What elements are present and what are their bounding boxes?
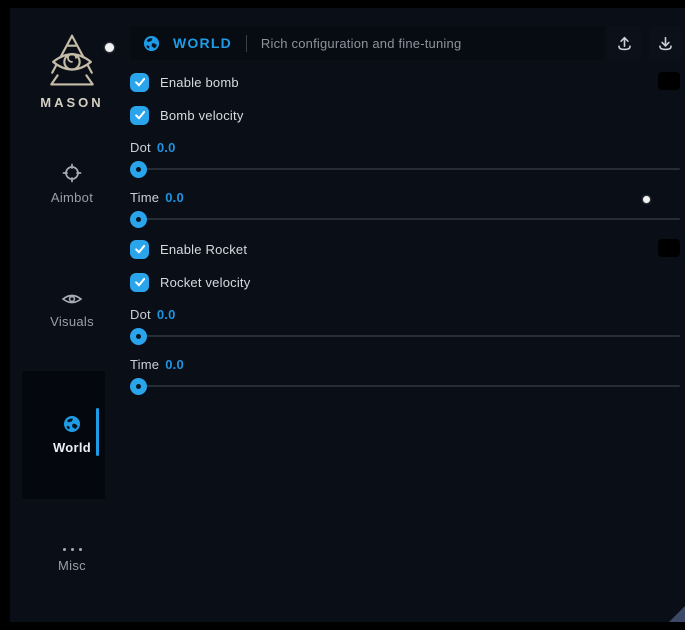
sidebar-item-label: World <box>20 440 124 455</box>
sidebar-item-label: Visuals <box>20 314 124 329</box>
eye-icon <box>20 291 124 307</box>
main-window: MASON Aimbot Visuals <box>10 8 685 622</box>
sidebar: MASON Aimbot Visuals <box>20 16 130 630</box>
slider-track-dot[interactable] <box>130 168 680 170</box>
slider-value: 0.0 <box>157 140 176 155</box>
mason-eye-pyramid-icon <box>20 32 124 90</box>
slider-label-dot: Dot 0.0 <box>130 307 176 322</box>
slider-label-time: Time 0.0 <box>130 190 184 205</box>
sidebar-item-label: Misc <box>20 558 124 573</box>
globe-icon <box>143 35 160 52</box>
slider-value: 0.0 <box>157 307 176 322</box>
slider-track-time[interactable] <box>130 385 680 387</box>
download-icon <box>657 35 674 52</box>
rocket-color-swatch[interactable] <box>658 239 680 257</box>
white-dot <box>643 196 650 203</box>
slider-value: 0.0 <box>165 190 184 205</box>
white-dot <box>105 43 114 52</box>
slider-value: 0.0 <box>165 357 184 372</box>
checkbox-bomb-velocity[interactable]: Bomb velocity <box>130 105 244 125</box>
corner-background-fragment <box>669 606 685 622</box>
sidebar-item-world[interactable]: World <box>20 415 124 455</box>
page-header: WORLD Rich configuration and fine-tuning <box>130 26 605 60</box>
globe-icon <box>20 415 124 433</box>
checkbox-label: Enable bomb <box>160 75 239 90</box>
check-icon <box>134 276 146 288</box>
upload-icon <box>616 35 633 52</box>
upload-config-button[interactable] <box>608 26 641 60</box>
checkbox-checked <box>130 273 149 292</box>
check-icon <box>134 109 146 121</box>
slider-name: Dot <box>130 140 151 155</box>
slider-name: Dot <box>130 307 151 322</box>
page-title: WORLD <box>173 35 232 51</box>
sidebar-item-aimbot[interactable]: Aimbot <box>20 163 124 205</box>
checkbox-label: Enable Rocket <box>160 242 247 257</box>
checkbox-checked <box>130 240 149 259</box>
slider-name: Time <box>130 357 159 372</box>
slider-thumb-dot[interactable] <box>130 328 147 345</box>
slider-track-time[interactable] <box>130 218 680 220</box>
bomb-color-swatch[interactable] <box>658 72 680 90</box>
header-divider <box>246 35 247 52</box>
ellipsis-icon <box>20 543 124 551</box>
checkbox-enable-rocket[interactable]: Enable Rocket <box>130 239 247 259</box>
checkbox-rocket-velocity[interactable]: Rocket velocity <box>130 272 250 292</box>
checkbox-checked <box>130 106 149 125</box>
sidebar-item-misc[interactable]: Misc <box>20 543 124 573</box>
checkbox-label: Bomb velocity <box>160 108 244 123</box>
slider-thumb-time[interactable] <box>130 211 147 228</box>
checkbox-checked <box>130 73 149 92</box>
check-icon <box>134 76 146 88</box>
slider-thumb-time[interactable] <box>130 378 147 395</box>
slider-thumb-dot[interactable] <box>130 161 147 178</box>
crosshair-icon <box>20 163 124 183</box>
slider-label-dot: Dot 0.0 <box>130 140 176 155</box>
sidebar-item-visuals[interactable]: Visuals <box>20 291 124 329</box>
checkbox-label: Rocket velocity <box>160 275 250 290</box>
check-icon <box>134 243 146 255</box>
download-config-button[interactable] <box>649 26 682 60</box>
logo-text: MASON <box>20 95 124 110</box>
slider-name: Time <box>130 190 159 205</box>
page-subtitle: Rich configuration and fine-tuning <box>261 36 461 51</box>
slider-track-dot[interactable] <box>130 335 680 337</box>
checkbox-enable-bomb[interactable]: Enable bomb <box>130 72 239 92</box>
slider-label-time: Time 0.0 <box>130 357 184 372</box>
sidebar-item-label: Aimbot <box>20 190 124 205</box>
